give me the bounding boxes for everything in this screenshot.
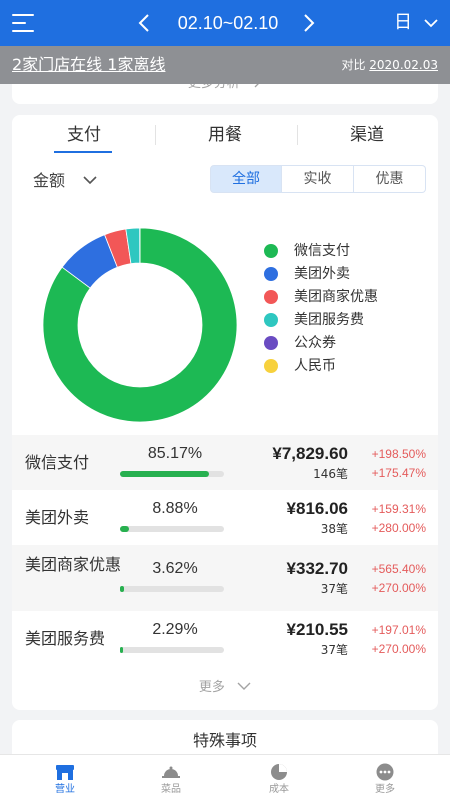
chevron-down-icon[interactable] [82,173,98,187]
row-change-2: +280.00% [371,521,426,535]
dish-cloche-icon [162,766,180,778]
payment-card: 支付 用餐 渠道 金额 全部 实收 优惠 微信支付 美团外卖 美团商家优惠 美团服务费… [12,115,438,710]
compare-date[interactable]: 对比 2020.02.03 [341,57,438,73]
filter-all[interactable]: 全部 [210,165,282,193]
chevron-right-icon[interactable] [297,11,319,35]
period-select[interactable]: 日 [394,11,412,35]
tabbar-label: 菜品 [161,784,181,795]
share-bar-fill [120,526,130,532]
legend-swatch [264,313,278,327]
filter-received[interactable]: 实收 [282,165,354,193]
chevron-down-icon [237,682,251,690]
tabbar-label: 营业 [55,784,75,795]
row-change-1: +198.50% [371,447,426,461]
share-bar [120,586,224,592]
legend-label: 美团商家优惠 [294,289,378,305]
more-link[interactable]: 更多 [12,680,438,696]
chevron-down-icon[interactable] [424,16,438,30]
row-name: 美团外卖 [25,508,90,527]
row-count: 146笔 [313,467,348,481]
row-name: 美团服务费 [25,629,106,648]
legend-swatch [264,267,278,281]
active-tab-indicator [54,151,112,153]
share-bar [120,647,224,653]
store-status-banner[interactable]: 2家门店在线 1家离线 对比 2020.02.03 [0,46,450,84]
legend-swatch [264,290,278,304]
legend-label: 人民币 [294,358,336,374]
legend-swatch [264,359,278,373]
compare-date-value[interactable]: 2020.02.03 [369,58,438,72]
row-change-1: +565.40% [371,562,426,576]
top-bar: 02.10~02.10 日 [0,0,450,46]
row-change-1: +159.31% [371,502,426,516]
row-percent: 2.29% [152,621,198,638]
legend-label: 公众券 [294,335,336,351]
special-items-title: 特殊事项 [192,731,257,750]
payment-donut-chart [42,227,238,423]
row-amount: ¥7,829.60 [272,444,348,463]
payment-row[interactable]: 美团服务费 2.29% ¥210.55 37笔 +197.01% +270.00% [12,611,438,666]
tabbar-label: 更多 [375,784,395,795]
pie-chart-icon [271,764,287,780]
share-bar-fill [120,471,209,477]
legend-swatch [264,336,278,350]
tabbar-dishes[interactable]: 菜品 [115,755,227,800]
row-amount: ¥332.70 [286,559,348,578]
row-count: 37笔 [320,582,348,596]
row-percent: 3.62% [152,560,198,577]
row-name: 美团商家优惠 [25,555,122,574]
row-percent: 8.88% [152,500,198,517]
store-icon [56,765,74,780]
payment-row[interactable]: 美团商家优惠 3.62% ¥332.70 37笔 +565.40% +270.00% [12,545,438,611]
date-range[interactable]: 02.10~02.10 [168,11,288,35]
share-bar-fill [120,647,124,653]
compare-prefix: 对比 [341,58,366,72]
more-label: 更多 [198,680,225,695]
share-bar-fill [120,586,124,592]
chevron-left-icon[interactable] [134,11,156,35]
share-bar [120,526,224,532]
tabbar-label: 成本 [269,784,289,795]
tabbar-cost[interactable]: 成本 [223,755,335,800]
row-count: 38笔 [320,522,348,536]
row-amount: ¥816.06 [286,499,348,518]
row-change-2: +270.00% [371,642,426,656]
row-change-2: +270.00% [371,581,426,595]
share-bar [120,471,224,477]
tabbar-business[interactable]: 营业 [9,755,121,800]
tab-channel[interactable]: 渠道 [297,123,437,147]
tab-payment[interactable]: 支付 [14,123,154,147]
payment-row[interactable]: 美团外卖 8.88% ¥816.06 38笔 +159.31% +280.00% [12,490,438,545]
row-change-1: +197.01% [371,623,426,637]
menu-icon[interactable] [12,14,36,32]
legend-label: 微信支付 [294,243,350,259]
legend-swatch [264,244,278,258]
legend-label: 美团服务费 [294,312,364,328]
more-dots-icon [376,763,394,781]
payment-row[interactable]: 微信支付 85.17% ¥7,829.60 146笔 +198.50% +175.47% [12,435,438,490]
legend-label: 美团外卖 [294,266,350,282]
tab-dining[interactable]: 用餐 [155,123,295,147]
filter-discount[interactable]: 优惠 [354,165,426,193]
row-name: 微信支付 [25,453,90,472]
row-amount: ¥210.55 [286,620,348,639]
store-status-text[interactable]: 2家门店在线 1家离线 [12,55,165,75]
bottom-tab-bar: 营业 菜品 成本 更多 [0,754,450,800]
tabbar-more[interactable]: 更多 [329,755,441,800]
row-count: 37笔 [320,643,348,657]
row-change-2: +175.47% [371,466,426,480]
row-percent: 85.17% [147,445,203,462]
metric-select[interactable]: 金额 [33,170,65,192]
